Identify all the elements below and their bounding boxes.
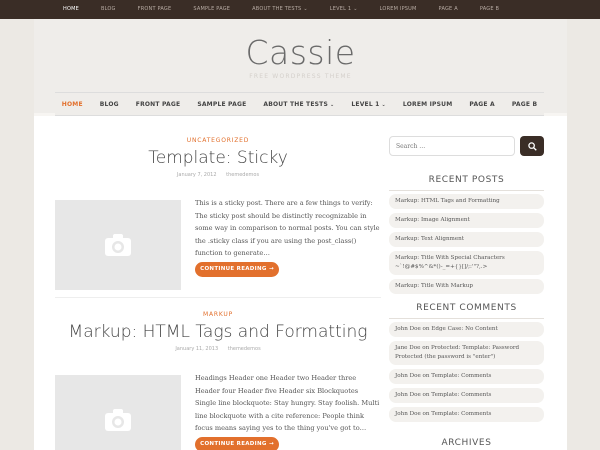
widget-divider xyxy=(389,190,544,191)
post-title[interactable]: Template: Sticky xyxy=(55,148,381,168)
post-meta: January 11, 2013 themedemos xyxy=(55,346,381,352)
recent-comment-item[interactable]: John Doe on Edge Case: No Content xyxy=(389,322,544,337)
camera-icon xyxy=(105,409,131,431)
post-author[interactable]: themedemos xyxy=(226,172,259,178)
post-category[interactable]: UNCATEGORIZED xyxy=(55,137,381,144)
top-nav-page-b[interactable]: PAGE B xyxy=(480,0,499,19)
post-item: MARKUP Markup: HTML Tags and Formatting … xyxy=(55,311,381,352)
post-author[interactable]: themedemos xyxy=(228,346,261,352)
main-nav-front-page[interactable]: FRONT PAGE xyxy=(136,101,181,108)
post-item: UNCATEGORIZED Template: Sticky January 7… xyxy=(55,137,381,178)
recent-comment-item[interactable]: John Doe on Template: Comments xyxy=(389,388,544,403)
post-date[interactable]: January 11, 2013 xyxy=(175,346,218,352)
top-nav-sample-page[interactable]: SAMPLE PAGE xyxy=(193,0,230,19)
main-nav-lorem-ipsum[interactable]: LOREM IPSUM xyxy=(403,101,452,108)
top-nav-level-label: LEVEL 1 xyxy=(329,6,352,12)
search-icon xyxy=(527,141,537,151)
main-nav-about-the-tests[interactable]: ABOUT THE TESTS ⌄ xyxy=(263,101,334,108)
top-navigation-bar: HOME BLOG FRONT PAGE SAMPLE PAGE ABOUT T… xyxy=(0,0,600,19)
post-thumbnail[interactable] xyxy=(55,375,181,450)
recent-post-link[interactable]: Markup: HTML Tags and Formatting xyxy=(389,194,544,209)
post-excerpt: This is a sticky post. There are a few t… xyxy=(195,199,380,258)
main-nav-home[interactable]: HOME xyxy=(62,101,83,108)
main-nav-blog[interactable]: BLOG xyxy=(100,101,119,108)
recent-comment-item[interactable]: Jane Doe on Protected: Template: Passwor… xyxy=(389,341,544,365)
site-description: FREE WORDPRESS THEME xyxy=(249,73,352,80)
content-area: UNCATEGORIZED Template: Sticky January 7… xyxy=(34,116,567,450)
recent-post-link[interactable]: Markup: Title With Markup xyxy=(389,279,544,294)
search-form xyxy=(389,136,544,156)
main-nav-level-1[interactable]: LEVEL 1 ⌄ xyxy=(351,101,386,108)
main-navigation: HOME BLOG FRONT PAGE SAMPLE PAGE ABOUT T… xyxy=(55,92,544,116)
chevron-down-icon: ⌄ xyxy=(353,6,358,12)
recent-post-link[interactable]: Markup: Title With Special Characters ~`… xyxy=(389,251,544,275)
recent-comment-item[interactable]: John Doe on Template: Comments xyxy=(389,407,544,422)
post-title[interactable]: Markup: HTML Tags and Formatting xyxy=(55,322,381,342)
main-nav-page-b[interactable]: PAGE B xyxy=(512,101,537,108)
site-title[interactable]: Cassie xyxy=(34,33,567,72)
widget-divider xyxy=(389,318,544,319)
top-nav-lorem-ipsum[interactable]: LOREM IPSUM xyxy=(380,0,417,19)
top-nav-about-the-tests[interactable]: ABOUT THE TESTS ⌄ xyxy=(252,0,308,19)
chevron-down-icon: ⌄ xyxy=(381,101,386,108)
post-thumbnail[interactable] xyxy=(55,200,181,290)
top-nav-page-a[interactable]: PAGE A xyxy=(439,0,458,19)
main-nav-page-a[interactable]: PAGE A xyxy=(469,101,494,108)
recent-post-link[interactable]: Markup: Text Alignment xyxy=(389,232,544,247)
page-container: Cassie FREE WORDPRESS THEME HOME BLOG FR… xyxy=(34,19,567,450)
post-meta: January 7, 2012 themedemos xyxy=(55,172,381,178)
widget-title-recent-comments: RECENT COMMENTS xyxy=(416,303,517,313)
top-nav-level-1[interactable]: LEVEL 1 ⌄ xyxy=(330,0,358,19)
post-excerpt: Headings Header one Header two Header th… xyxy=(195,374,380,433)
post-divider xyxy=(55,297,381,298)
camera-icon xyxy=(105,234,131,256)
chevron-down-icon: ⌄ xyxy=(329,101,335,108)
post-date[interactable]: January 7, 2012 xyxy=(177,172,217,178)
main-nav-about-label: ABOUT THE TESTS xyxy=(263,100,328,108)
continue-reading-button[interactable]: CONTINUE READING → xyxy=(195,262,279,277)
top-nav-about-label: ABOUT THE TESTS xyxy=(252,6,302,12)
top-nav-blog[interactable]: BLOG xyxy=(101,0,116,19)
recent-comment-item[interactable]: John Doe on Template: Comments xyxy=(389,369,544,384)
main-nav-level-label: LEVEL 1 xyxy=(351,100,380,108)
post-category[interactable]: MARKUP xyxy=(55,311,381,318)
top-nav-home[interactable]: HOME xyxy=(63,0,79,19)
top-nav-front-page[interactable]: FRONT PAGE xyxy=(138,0,172,19)
main-nav-sample-page[interactable]: SAMPLE PAGE xyxy=(197,101,246,108)
continue-reading-button[interactable]: CONTINUE READING → xyxy=(195,437,279,450)
widget-title-recent-posts: RECENT POSTS xyxy=(428,175,505,185)
search-input[interactable] xyxy=(389,136,515,156)
chevron-down-icon: ⌄ xyxy=(303,6,308,12)
search-button[interactable] xyxy=(520,136,544,156)
widget-title-archives: ARCHIVES xyxy=(441,438,492,448)
recent-post-link[interactable]: Markup: Image Alignment xyxy=(389,213,544,228)
